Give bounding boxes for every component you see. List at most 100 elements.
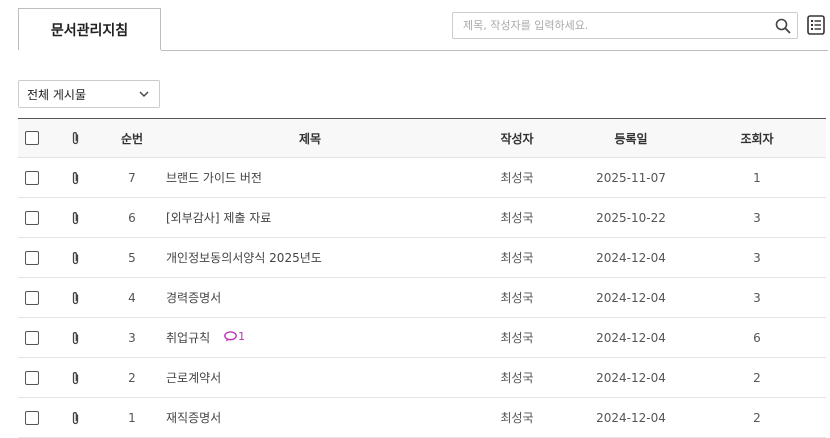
column-header-title: 제목 — [298, 131, 322, 146]
row-checkbox[interactable] — [25, 290, 39, 305]
post-filter-value: 전체 게시물 — [27, 87, 87, 102]
paperclip-icon — [72, 171, 78, 184]
author-cell: 최성국 — [460, 397, 574, 438]
attachment-cell[interactable] — [46, 397, 104, 438]
column-header-author: 작성자 — [500, 131, 534, 146]
number-cell: 5 — [104, 237, 160, 278]
title-cell[interactable]: 브랜드 가이드 버전 — [160, 157, 460, 198]
comment-count[interactable]: 1 — [224, 330, 245, 343]
row-select-cell — [18, 317, 46, 358]
table-row[interactable]: 4 경력증명서 최성국 2024-12-04 3 — [18, 277, 826, 318]
title-cell[interactable]: [외부감사] 제출 자료 — [160, 197, 460, 238]
column-header-views: 조회자 — [740, 131, 774, 146]
post-title[interactable]: 개인정보동의서양식 2025년도 — [166, 251, 322, 265]
chevron-down-icon — [139, 91, 149, 97]
paperclip-icon — [72, 291, 78, 304]
number-cell: 2 — [104, 357, 160, 398]
attachment-cell[interactable] — [46, 317, 104, 358]
views-cell: 2 — [688, 397, 826, 438]
post-title[interactable]: 브랜드 가이드 버전 — [166, 171, 262, 185]
row-select-cell — [18, 237, 46, 278]
column-header-date: 등록일 — [614, 131, 648, 146]
table-body: 7 브랜드 가이드 버전 최성국 2025-11-07 1 6 [외부감사] 제출 자료 최성… — [18, 157, 826, 438]
table-row[interactable]: 3 취업규칙 1 최성국 2024-12-04 6 — [18, 317, 826, 358]
post-filter-select[interactable]: 전체 게시물 — [18, 80, 160, 108]
table-row[interactable]: 5 개인정보동의서양식 2025년도 최성국 2024-12-04 3 — [18, 237, 826, 278]
views-cell: 6 — [688, 317, 826, 358]
select-all-checkbox[interactable] — [25, 131, 39, 146]
row-select-cell — [18, 197, 46, 238]
row-select-cell — [18, 357, 46, 398]
search-box — [452, 12, 798, 39]
paperclip-icon — [72, 411, 78, 424]
post-title[interactable]: 취업규칙 — [166, 331, 210, 345]
number-cell: 1 — [104, 397, 160, 438]
comment-count-value: 1 — [238, 330, 246, 343]
date-cell: 2025-10-22 — [574, 197, 688, 238]
row-checkbox[interactable] — [25, 410, 39, 425]
title-cell[interactable]: 개인정보동의서양식 2025년도 — [160, 237, 460, 278]
paperclip-icon — [72, 371, 78, 384]
views-cell: 3 — [688, 237, 826, 278]
author-cell: 최성국 — [460, 317, 574, 358]
table-row[interactable]: 2 근로계약서 최성국 2024-12-04 2 — [18, 357, 826, 398]
row-select-cell — [18, 397, 46, 438]
date-cell: 2025-11-07 — [574, 157, 688, 198]
attachment-cell[interactable] — [46, 197, 104, 238]
column-header-number: 순번 — [120, 131, 144, 146]
views-cell: 3 — [688, 277, 826, 318]
search-icon[interactable] — [775, 18, 791, 34]
date-cell: 2024-12-04 — [574, 317, 688, 358]
author-cell: 최성국 — [460, 197, 574, 238]
row-checkbox[interactable] — [25, 210, 39, 225]
table-row[interactable]: 6 [외부감사] 제출 자료 최성국 2025-10-22 3 — [18, 197, 826, 238]
post-title[interactable]: 경력증명서 — [166, 291, 221, 305]
row-checkbox[interactable] — [25, 370, 39, 385]
table-header-row: 순번 제목 작성자 등록일 조회자 — [18, 118, 826, 158]
post-title[interactable]: 근로계약서 — [166, 371, 221, 385]
select-all-header — [18, 119, 46, 158]
paperclip-icon — [72, 132, 78, 145]
paperclip-icon — [72, 251, 78, 264]
date-cell: 2024-12-04 — [574, 237, 688, 278]
paperclip-icon — [72, 211, 78, 224]
table-row[interactable]: 7 브랜드 가이드 버전 최성국 2025-11-07 1 — [18, 157, 826, 198]
comment-icon — [224, 331, 238, 342]
document-table: 순번 제목 작성자 등록일 조회자 7 브랜드 가이드 버전 최성국 2025-11-… — [18, 118, 826, 438]
date-cell: 2024-12-04 — [574, 397, 688, 438]
views-cell: 1 — [688, 157, 826, 198]
attachment-header — [46, 119, 104, 158]
row-checkbox[interactable] — [25, 250, 39, 265]
date-cell: 2024-12-04 — [574, 357, 688, 398]
attachment-cell[interactable] — [46, 237, 104, 278]
post-title[interactable]: 재직증명서 — [166, 411, 221, 425]
tab-underline — [161, 50, 828, 51]
number-cell: 4 — [104, 277, 160, 318]
attachment-cell[interactable] — [46, 277, 104, 318]
number-cell: 7 — [104, 157, 160, 198]
row-checkbox[interactable] — [25, 330, 39, 345]
date-cell: 2024-12-04 — [574, 277, 688, 318]
list-view-icon[interactable] — [807, 15, 825, 35]
search-input[interactable] — [453, 13, 773, 38]
table-row[interactable]: 1 재직증명서 최성국 2024-12-04 2 — [18, 397, 826, 438]
attachment-cell[interactable] — [46, 157, 104, 198]
title-cell[interactable]: 근로계약서 — [160, 357, 460, 398]
author-cell: 최성국 — [460, 277, 574, 318]
title-cell[interactable]: 재직증명서 — [160, 397, 460, 438]
post-title[interactable]: [외부감사] 제출 자료 — [166, 211, 271, 225]
paperclip-icon — [72, 331, 78, 344]
row-checkbox[interactable] — [25, 170, 39, 185]
tab-document-guidelines[interactable]: 문서관리지침 — [18, 8, 161, 50]
number-cell: 3 — [104, 317, 160, 358]
author-cell: 최성국 — [460, 357, 574, 398]
title-cell[interactable]: 경력증명서 — [160, 277, 460, 318]
number-cell: 6 — [104, 197, 160, 238]
attachment-cell[interactable] — [46, 357, 104, 398]
author-cell: 최성국 — [460, 237, 574, 278]
row-select-cell — [18, 277, 46, 318]
tab-label: 문서관리지침 — [50, 22, 129, 39]
row-select-cell — [18, 157, 46, 198]
title-cell[interactable]: 취업규칙 1 — [160, 317, 460, 358]
views-cell: 2 — [688, 357, 826, 398]
